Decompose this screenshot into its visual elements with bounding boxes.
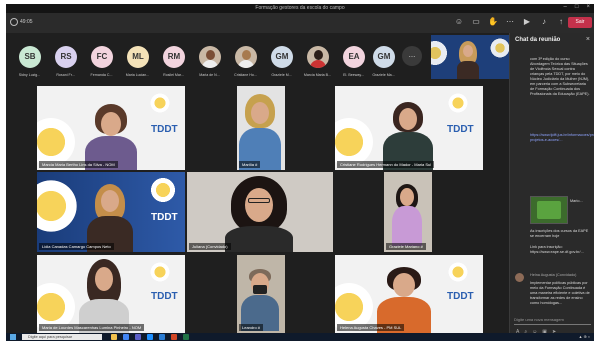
- more-participants-button[interactable]: ...: [402, 46, 422, 66]
- taskbar-search-input[interactable]: Digite aqui para pesquisar: [22, 334, 102, 340]
- system-tray[interactable]: ▲ ⊕ ◖: [579, 334, 590, 339]
- participant-label: Juliana (Convidado): [189, 243, 231, 250]
- video-tile[interactable]: TDDT Marcia Maria Bertho Lins da Silva -…: [37, 86, 185, 170]
- participant-thumb[interactable]: Cristiane Ho...: [230, 33, 261, 83]
- video-tile[interactable]: TDDT Lidia Canadas Camargo Campos Neto: [37, 172, 185, 252]
- video-grid: TDDT Marcia Maria Bertho Lins da Silva -…: [6, 83, 506, 333]
- more-options-icon[interactable]: ⋯: [505, 17, 515, 27]
- message-compose-input[interactable]: Digite uma nova mensagem: [514, 315, 591, 325]
- participant-thumb[interactable]: Maria de N...: [194, 33, 225, 83]
- share-icon[interactable]: ↑: [556, 17, 566, 27]
- camera-icon[interactable]: ▶: [522, 17, 532, 27]
- windows-taskbar: Digite aqui para pesquisar ▲ ⊕ ◖: [6, 333, 594, 341]
- participant-label: Helena Augusta Chaves - PM SUL: [337, 324, 405, 331]
- participant-thumb[interactable]: GM Graziele M...: [266, 33, 297, 83]
- participant-name: Graziele Ma...: [372, 73, 395, 77]
- participant-name: Fernanda C...: [90, 73, 113, 77]
- avatar: [235, 46, 257, 68]
- video-tile[interactable]: TDDT Maria de Lourdes Mascarenhas Lumina…: [37, 255, 185, 333]
- participants-icon[interactable]: ☺: [454, 17, 464, 27]
- participant-name: Sidny Luzig...: [18, 73, 41, 77]
- avatar: RS: [55, 46, 77, 68]
- close-icon[interactable]: ×: [586, 4, 590, 10]
- chat-image[interactable]: [530, 196, 568, 224]
- participant-name: Rosani Fr...: [56, 73, 75, 77]
- chat-icon[interactable]: ▭: [471, 17, 481, 27]
- avatar: SB: [19, 46, 41, 68]
- participant-thumb[interactable]: FC Fernanda C...: [86, 33, 117, 83]
- participant-label: Graziele Mariano #: [386, 243, 426, 250]
- windows-start-icon[interactable]: [10, 334, 16, 340]
- chat-message: Link para inscrição: https://www.eape.se…: [530, 245, 584, 254]
- video-tile[interactable]: TDDT Cristiane Rodrigues Hermann do Mado…: [335, 86, 483, 170]
- shield-icon[interactable]: [10, 18, 18, 26]
- maximize-icon[interactable]: □: [575, 4, 579, 10]
- participant-name: Marcia Maria B...: [303, 73, 332, 77]
- meeting-toolbar: 49:05 ☺ ▭ ✋ ⋯ ▶ ♪ ↑ Sair: [6, 13, 594, 33]
- mic-icon[interactable]: ♪: [539, 17, 549, 27]
- participant-name: Graziele M...: [271, 73, 292, 77]
- edge-icon[interactable]: [147, 334, 153, 340]
- video-tile[interactable]: Graziele Mariano #: [384, 172, 432, 252]
- close-icon[interactable]: ×: [586, 36, 590, 43]
- video-tile[interactable]: Juliana (Convidado): [187, 172, 333, 252]
- powerpoint-icon[interactable]: [171, 334, 177, 340]
- meeting-timer: 49:05: [20, 19, 33, 25]
- video-tile[interactable]: Leandro #: [237, 255, 285, 333]
- participant-label: Marília #: [239, 161, 261, 168]
- participant-label: Maria de Lourdes Mascarenhas Lumina Pinh…: [39, 324, 145, 331]
- avatar: [515, 273, 524, 282]
- avatar: GM: [271, 46, 293, 68]
- chat-panel: Chat da reunião × com 3ª edição do curso…: [509, 33, 594, 341]
- participant-label: Lidia Canadas Camargo Campos Neto: [39, 243, 114, 250]
- chat-title: Chat da reunião: [515, 37, 561, 43]
- excel-icon[interactable]: [183, 334, 189, 340]
- video-tile[interactable]: TDDT Helena Augusta Chaves - PM SUL: [335, 255, 483, 333]
- participant-name: El. Beeway...: [343, 73, 364, 77]
- participant-name: Maria de N...: [199, 73, 220, 77]
- avatar: ML: [127, 46, 149, 68]
- avatar: [307, 46, 329, 68]
- avatar: EA: [343, 46, 365, 68]
- participant-name: Cristiane Ho...: [234, 73, 257, 77]
- teams-window: Formação gestores da escola do campo – □…: [6, 4, 594, 341]
- chat-message: Implementar políticas públicas por meio …: [530, 281, 590, 305]
- avatar: RM: [163, 46, 185, 68]
- word-icon[interactable]: [159, 334, 165, 340]
- file-explorer-icon[interactable]: [111, 334, 117, 340]
- chat-message: As inscrições dos cursos da EAPE se ence…: [530, 229, 589, 238]
- participant-thumb[interactable]: Marcia Maria B...: [302, 33, 333, 83]
- leave-button[interactable]: Sair: [568, 17, 592, 28]
- participant-label: Cristiane Rodrigues Hermann do Mador - M…: [337, 161, 435, 168]
- participant-name: Maria Lucian...: [125, 73, 150, 77]
- avatar: GM: [373, 46, 395, 68]
- participant-thumb[interactable]: EA El. Beeway...: [338, 33, 369, 83]
- presenter-thumbnail[interactable]: [431, 35, 509, 79]
- chat-sender: Helna Augusta (Convidado): [530, 273, 577, 277]
- participant-thumb[interactable]: RS Rosani Fr...: [50, 33, 81, 83]
- teams-icon[interactable]: [135, 334, 141, 340]
- chat-link[interactable]: https://www.tjdft.jus.br/informacoes/pro…: [530, 133, 594, 143]
- avatar: [199, 46, 221, 68]
- avatar: FC: [91, 46, 113, 68]
- participant-name: Rosilei Mar...: [163, 73, 184, 77]
- participant-thumb[interactable]: ML Maria Lucian...: [122, 33, 153, 83]
- window-title: Formação gestores da escola do campo: [255, 5, 345, 11]
- video-tile[interactable]: Marília #: [237, 86, 285, 170]
- chat-image-name: Mario...: [570, 199, 583, 203]
- participant-thumb[interactable]: SB Sidny Luzig...: [14, 33, 45, 83]
- chat-message: com 3ª edição do curso Abordagem Teórica…: [530, 57, 590, 96]
- chrome-icon[interactable]: [123, 334, 129, 340]
- participant-thumb[interactable]: GM Graziele Ma...: [368, 33, 399, 83]
- minimize-icon[interactable]: –: [564, 4, 567, 10]
- participant-label: Leandro #: [239, 324, 264, 331]
- react-icon[interactable]: ✋: [488, 17, 498, 27]
- title-bar: Formação gestores da escola do campo – □…: [6, 4, 594, 13]
- participant-label: Marcia Maria Bertho Lins da Silva - NOM: [39, 161, 118, 168]
- participant-thumb[interactable]: RM Rosilei Mar...: [158, 33, 189, 83]
